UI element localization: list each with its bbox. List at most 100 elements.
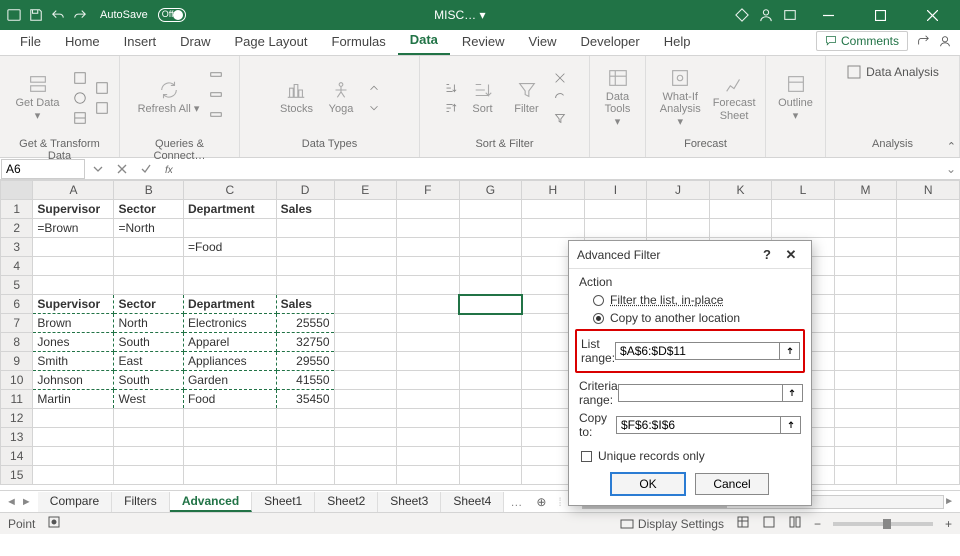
- cell-A1[interactable]: Supervisor: [33, 200, 114, 219]
- col-header-E[interactable]: E: [334, 181, 397, 200]
- cell-M13[interactable]: [834, 428, 897, 447]
- col-header-M[interactable]: M: [834, 181, 897, 200]
- cell-F12[interactable]: [397, 409, 460, 428]
- cell-E15[interactable]: [334, 466, 397, 485]
- spreadsheet-grid[interactable]: ABCDEFGHIJKLMN1SupervisorSectorDepartmen…: [0, 180, 960, 485]
- cell-B1[interactable]: Sector: [114, 200, 183, 219]
- cell-M2[interactable]: [834, 219, 897, 238]
- cell-N3[interactable]: [897, 238, 960, 257]
- cell-F4[interactable]: [397, 257, 460, 276]
- cell-N14[interactable]: [897, 447, 960, 466]
- cell-J1[interactable]: [647, 200, 710, 219]
- cell-A12[interactable]: [33, 409, 114, 428]
- col-header-I[interactable]: I: [584, 181, 647, 200]
- get-data-button[interactable]: Get Data ▾: [8, 71, 67, 123]
- cell-F8[interactable]: [397, 333, 460, 352]
- cell-J2[interactable]: [647, 219, 710, 238]
- tab-home[interactable]: Home: [53, 30, 112, 55]
- clear-filter-icon[interactable]: [551, 69, 569, 87]
- radio-filter-in-place[interactable]: Filter the list, in-place: [579, 291, 801, 309]
- hscroll-right-icon[interactable]: ►: [944, 496, 954, 507]
- row-header-7[interactable]: 7: [1, 314, 33, 333]
- cell-F2[interactable]: [397, 219, 460, 238]
- cell-C11[interactable]: Food: [183, 390, 276, 409]
- cell-N9[interactable]: [897, 352, 960, 371]
- tab-draw[interactable]: Draw: [168, 30, 222, 55]
- sort-asc-icon[interactable]: [441, 79, 459, 97]
- row-header-9[interactable]: 9: [1, 352, 33, 371]
- queries-icon[interactable]: [207, 69, 225, 87]
- cell-M3[interactable]: [834, 238, 897, 257]
- tab-review[interactable]: Review: [450, 30, 517, 55]
- cell-C6[interactable]: Department: [183, 295, 276, 314]
- cell-E11[interactable]: [334, 390, 397, 409]
- cell-N7[interactable]: [897, 314, 960, 333]
- cell-A15[interactable]: [33, 466, 114, 485]
- cell-C13[interactable]: [183, 428, 276, 447]
- cell-G1[interactable]: [459, 200, 522, 219]
- cell-B6[interactable]: Sector: [114, 295, 183, 314]
- cell-C14[interactable]: [183, 447, 276, 466]
- cell-E10[interactable]: [334, 371, 397, 390]
- cell-A3[interactable]: [33, 238, 114, 257]
- tab-data[interactable]: Data: [398, 28, 450, 55]
- col-header-H[interactable]: H: [522, 181, 585, 200]
- row-header-8[interactable]: 8: [1, 333, 33, 352]
- profile-icon[interactable]: [938, 34, 952, 51]
- copy-to-input[interactable]: [616, 416, 781, 434]
- cell-M5[interactable]: [834, 276, 897, 295]
- undo-icon[interactable]: [50, 7, 66, 23]
- cell-D11[interactable]: 35450: [276, 390, 334, 409]
- ribbon-display-icon[interactable]: [782, 7, 798, 23]
- radio-copy-to-location[interactable]: Copy to another location: [579, 309, 801, 327]
- cell-N6[interactable]: [897, 295, 960, 314]
- cell-M4[interactable]: [834, 257, 897, 276]
- cell-D13[interactable]: [276, 428, 334, 447]
- sheet-tab-advanced[interactable]: Advanced: [170, 492, 252, 512]
- criteria-range-picker-icon[interactable]: [783, 384, 803, 402]
- sheet-tab-filters[interactable]: Filters: [112, 492, 170, 512]
- cell-K1[interactable]: [709, 200, 772, 219]
- cell-A7[interactable]: Brown: [33, 314, 114, 333]
- cell-G6[interactable]: [459, 295, 522, 314]
- criteria-range-input[interactable]: [618, 384, 783, 402]
- cell-D7[interactable]: 25550: [276, 314, 334, 333]
- sort-button[interactable]: Sort: [463, 77, 503, 117]
- cell-B14[interactable]: [114, 447, 183, 466]
- cell-B3[interactable]: [114, 238, 183, 257]
- view-page-layout-icon[interactable]: [762, 515, 776, 532]
- sheet-tab-sheet3[interactable]: Sheet3: [378, 492, 441, 512]
- data-tools-button[interactable]: Data Tools ▾: [598, 65, 638, 129]
- cell-C8[interactable]: Apparel: [183, 333, 276, 352]
- cell-M14[interactable]: [834, 447, 897, 466]
- cell-B4[interactable]: [114, 257, 183, 276]
- refresh-all-button[interactable]: Refresh All ▾: [134, 77, 204, 117]
- cell-N12[interactable]: [897, 409, 960, 428]
- cell-A14[interactable]: [33, 447, 114, 466]
- cell-D8[interactable]: 32750: [276, 333, 334, 352]
- cell-G3[interactable]: [459, 238, 522, 257]
- cell-A13[interactable]: [33, 428, 114, 447]
- cell-C4[interactable]: [183, 257, 276, 276]
- col-header-D[interactable]: D: [276, 181, 334, 200]
- cell-D3[interactable]: [276, 238, 334, 257]
- zoom-out-icon[interactable]: −: [814, 517, 821, 531]
- datatype-up-icon[interactable]: [365, 79, 383, 97]
- cell-F14[interactable]: [397, 447, 460, 466]
- cell-F13[interactable]: [397, 428, 460, 447]
- cell-D9[interactable]: 29550: [276, 352, 334, 371]
- cell-N2[interactable]: [897, 219, 960, 238]
- properties-icon[interactable]: [207, 89, 225, 107]
- cell-B5[interactable]: [114, 276, 183, 295]
- datatype-down-icon[interactable]: [365, 99, 383, 117]
- cell-F11[interactable]: [397, 390, 460, 409]
- row-header-11[interactable]: 11: [1, 390, 33, 409]
- cancel-button[interactable]: Cancel: [695, 473, 769, 495]
- row-header-14[interactable]: 14: [1, 447, 33, 466]
- cell-G12[interactable]: [459, 409, 522, 428]
- row-header-3[interactable]: 3: [1, 238, 33, 257]
- row-header-5[interactable]: 5: [1, 276, 33, 295]
- cell-F9[interactable]: [397, 352, 460, 371]
- tab-developer[interactable]: Developer: [568, 30, 651, 55]
- from-table-icon[interactable]: [71, 109, 89, 127]
